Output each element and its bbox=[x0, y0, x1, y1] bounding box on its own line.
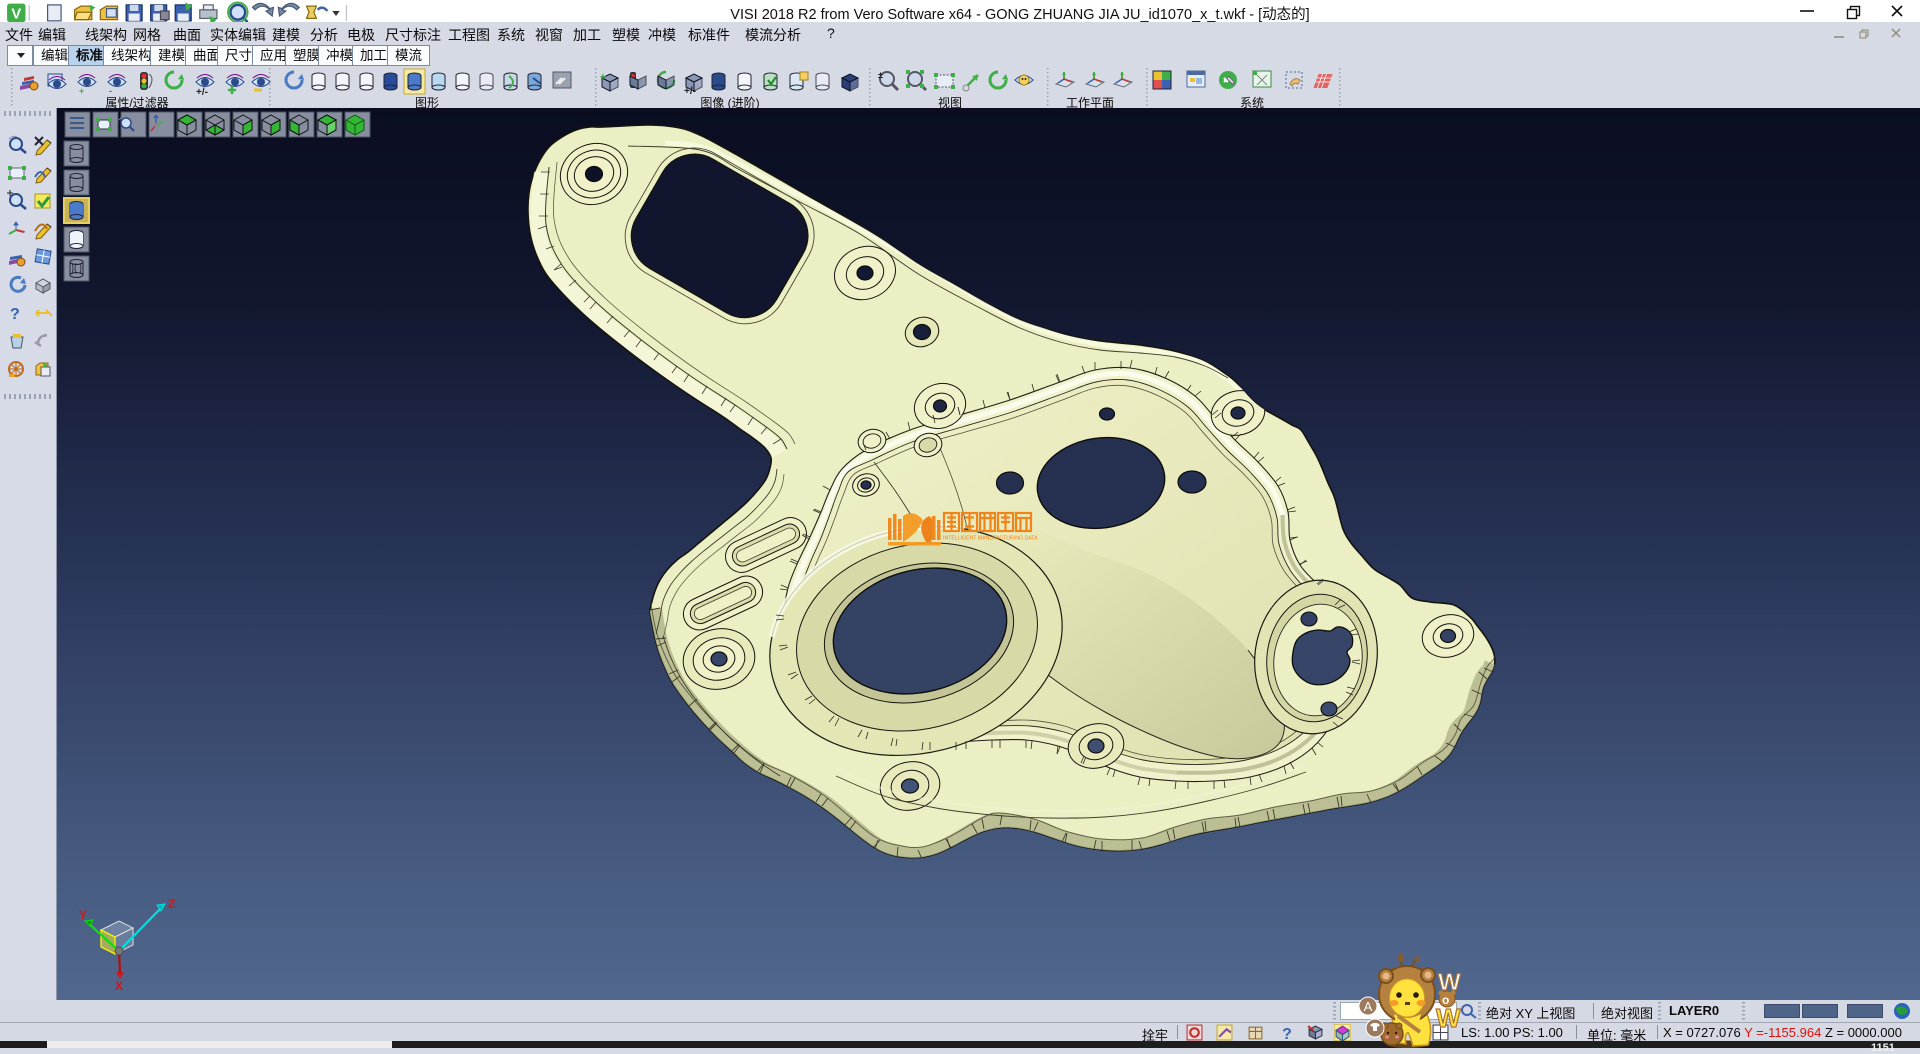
svg-text:±: ± bbox=[878, 70, 883, 80]
svg-text:W: W bbox=[1436, 1003, 1461, 1033]
svg-text:INTELLIGENT MANUFACTURING DATA: INTELLIGENT MANUFACTURING DATA bbox=[943, 536, 1038, 542]
svg-text:Y: Y bbox=[79, 908, 87, 922]
svg-text:Z: Z bbox=[168, 899, 175, 911]
svg-text:?: ? bbox=[10, 306, 20, 323]
svg-text:+: + bbox=[79, 86, 84, 96]
svg-text:X: X bbox=[115, 979, 123, 991]
svg-text:+/-: +/- bbox=[196, 87, 208, 96]
svg-text:?: ? bbox=[1282, 1026, 1292, 1041]
svg-text:V: V bbox=[11, 6, 21, 22]
svg-text:-: - bbox=[109, 86, 112, 96]
svg-text:+: + bbox=[600, 72, 606, 83]
svg-text:A: A bbox=[1364, 999, 1373, 1014]
svg-text:+/-: +/- bbox=[684, 86, 696, 96]
